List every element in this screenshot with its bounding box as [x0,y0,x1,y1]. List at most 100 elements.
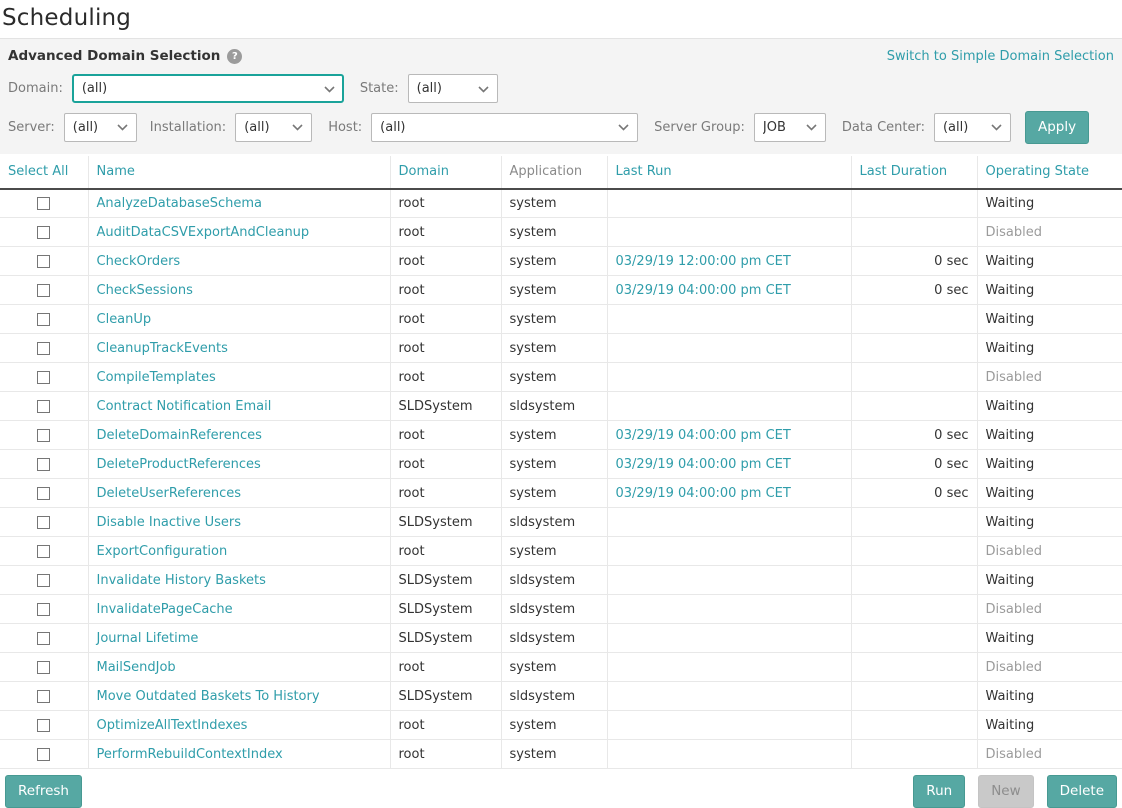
apply-button[interactable]: Apply [1025,111,1089,144]
filter-row-1: Domain: (all) State: (all) [8,74,1114,103]
domain-select[interactable]: (all) [72,74,344,103]
row-checkbox[interactable] [37,226,50,239]
job-last-duration-cell: 0 sec [851,276,977,305]
job-last-run-link[interactable]: 03/29/19 04:00:00 pm CET [616,283,791,298]
row-checkbox[interactable] [37,458,50,471]
row-checkbox[interactable] [37,574,50,587]
job-operating-state-cell: Disabled [977,218,1122,247]
job-application-cell: sldsystem [501,508,607,537]
job-last-run-link[interactable]: 03/29/19 04:00:00 pm CET [616,486,791,501]
job-application-cell: system [501,653,607,682]
job-name-link[interactable]: MailSendJob [97,660,176,675]
job-application-cell: sldsystem [501,682,607,711]
row-checkbox[interactable] [37,661,50,674]
column-header-operating-state[interactable]: Operating State [986,164,1090,179]
job-name-link[interactable]: PerformRebuildContextIndex [97,747,283,762]
job-name-link[interactable]: CompileTemplates [97,370,216,385]
job-last-run-cell [607,711,851,740]
row-checkbox[interactable] [37,255,50,268]
row-checkbox[interactable] [37,603,50,616]
state-select[interactable]: (all) [408,74,498,103]
job-operating-state-cell: Waiting [977,421,1122,450]
table-row: AuditDataCSVExportAndCleanup root system… [0,218,1122,247]
job-application-cell: system [501,740,607,769]
server-group-select[interactable]: JOB [754,113,826,142]
job-operating-state-cell: Waiting [977,189,1122,218]
job-application-cell: system [501,276,607,305]
row-checkbox[interactable] [37,371,50,384]
row-checkbox[interactable] [37,545,50,558]
job-name-link[interactable]: Contract Notification Email [97,399,272,414]
job-name-link[interactable]: Journal Lifetime [97,631,199,646]
job-name-link[interactable]: CleanupTrackEvents [97,341,228,356]
job-name-link[interactable]: DeleteProductReferences [97,457,261,472]
table-row: CheckOrders root system 03/29/19 12:00:0… [0,247,1122,276]
run-button[interactable]: Run [913,775,965,808]
switch-to-simple-domain-selection-link[interactable]: Switch to Simple Domain Selection [887,49,1114,64]
row-checkbox[interactable] [37,487,50,500]
help-icon[interactable]: ? [227,49,242,64]
refresh-button[interactable]: Refresh [5,775,82,808]
job-last-run-cell [607,508,851,537]
column-header-domain[interactable]: Domain [399,164,449,179]
table-header-row: Select All Name Domain Application Last … [0,156,1122,189]
table-row: OptimizeAllTextIndexes root system Waiti… [0,711,1122,740]
row-checkbox[interactable] [37,690,50,703]
row-checkbox[interactable] [37,632,50,645]
job-application-cell: sldsystem [501,595,607,624]
job-name-link[interactable]: Move Outdated Baskets To History [97,689,320,704]
new-button[interactable]: New [978,775,1033,808]
job-last-run-cell [607,363,851,392]
data-center-select[interactable]: (all) [934,113,1011,142]
row-checkbox[interactable] [37,429,50,442]
server-select[interactable]: (all) [64,113,137,142]
delete-button[interactable]: Delete [1047,775,1117,808]
job-name-link[interactable]: AuditDataCSVExportAndCleanup [97,225,310,240]
job-last-duration-cell [851,566,977,595]
job-name-link[interactable]: Disable Inactive Users [97,515,241,530]
table-row: Move Outdated Baskets To History SLDSyst… [0,682,1122,711]
job-name-link[interactable]: OptimizeAllTextIndexes [97,718,248,733]
job-name-link[interactable]: CheckSessions [97,283,193,298]
row-checkbox[interactable] [37,516,50,529]
job-name-link[interactable]: AnalyzeDatabaseSchema [97,196,263,211]
column-header-last-duration[interactable]: Last Duration [860,164,948,179]
job-application-cell: system [501,421,607,450]
row-checkbox[interactable] [37,313,50,326]
table-row: CleanUp root system Waiting [0,305,1122,334]
row-checkbox[interactable] [37,284,50,297]
row-checkbox[interactable] [37,748,50,761]
job-application-cell: sldsystem [501,392,607,421]
job-domain-cell: SLDSystem [390,508,501,537]
job-name-link[interactable]: ExportConfiguration [97,544,228,559]
installation-select[interactable]: (all) [235,113,312,142]
job-last-run-cell [607,334,851,363]
row-checkbox[interactable] [37,197,50,210]
job-name-link[interactable]: CheckOrders [97,254,181,269]
job-name-link[interactable]: CleanUp [97,312,152,327]
row-checkbox[interactable] [37,342,50,355]
table-row: Disable Inactive Users SLDSystem sldsyst… [0,508,1122,537]
job-operating-state-cell: Waiting [977,450,1122,479]
column-header-last-run[interactable]: Last Run [616,164,672,179]
job-name-link[interactable]: DeleteUserReferences [97,486,242,501]
job-name-link[interactable]: DeleteDomainReferences [97,428,262,443]
column-header-name[interactable]: Name [97,164,135,179]
job-name-link[interactable]: InvalidatePageCache [97,602,233,617]
job-last-run-cell [607,653,851,682]
job-last-run-link[interactable]: 03/29/19 04:00:00 pm CET [616,457,791,472]
table-row: PerformRebuildContextIndex root system D… [0,740,1122,769]
job-last-duration-cell [851,624,977,653]
job-last-run-link[interactable]: 03/29/19 04:00:00 pm CET [616,428,791,443]
job-domain-cell: SLDSystem [390,566,501,595]
job-application-cell: system [501,305,607,334]
host-select[interactable]: (all) [371,113,638,142]
select-all-link[interactable]: Select All [8,164,68,179]
job-name-link[interactable]: Invalidate History Baskets [97,573,266,588]
job-last-duration-cell [851,740,977,769]
job-application-cell: sldsystem [501,624,607,653]
row-checkbox[interactable] [37,400,50,413]
job-last-run-link[interactable]: 03/29/19 12:00:00 pm CET [616,254,791,269]
row-checkbox[interactable] [37,719,50,732]
job-operating-state-cell: Waiting [977,247,1122,276]
